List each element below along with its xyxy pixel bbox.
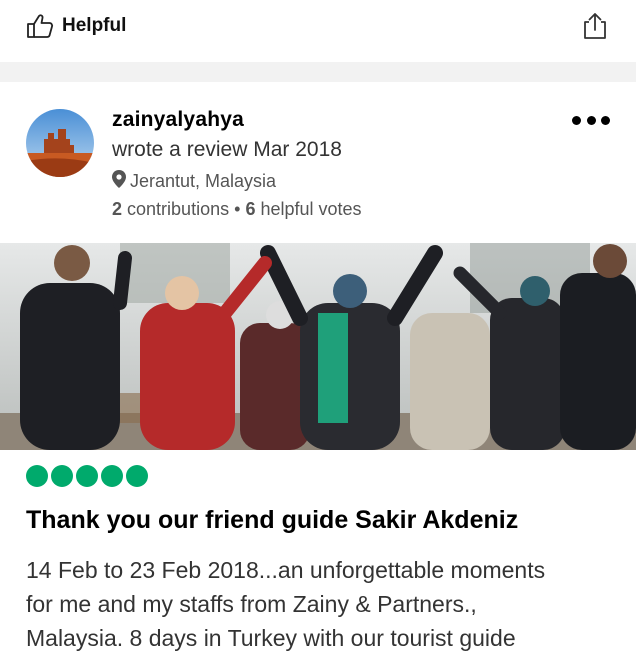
review-body-line: Malaysia. 8 days in Turkey with our tour… — [26, 625, 516, 651]
dot-icon — [572, 115, 581, 125]
contributions-count: 2 — [112, 199, 123, 219]
rating-bubble — [101, 465, 123, 487]
location-text: Jerantut, Malaysia — [130, 171, 277, 191]
location-pin-icon — [112, 170, 130, 193]
helpful-votes-label: helpful votes — [260, 199, 362, 219]
dot-icon — [586, 115, 596, 125]
reviewer-location: Jerantut, Malaysia — [112, 170, 276, 193]
helpful-label: Helpful — [62, 15, 127, 36]
review-body-line: for me and my staffs from Zainy & Partne… — [26, 591, 477, 617]
avatar[interactable] — [26, 109, 94, 177]
reviewer-username[interactable]: zainyalyahya — [112, 108, 244, 132]
stats-separator: • — [234, 199, 241, 219]
section-divider — [0, 62, 636, 82]
review-body-line: 14 Feb to 23 Feb 2018...an unforgettable… — [26, 557, 546, 583]
reviewer-stats: 2 contributions • 6 helpful votes — [112, 199, 362, 220]
bubble-rating — [26, 465, 148, 487]
more-options-button[interactable] — [572, 108, 610, 132]
dot-icon — [601, 115, 610, 125]
rating-bubble — [126, 465, 148, 487]
rating-bubble — [76, 465, 98, 487]
review-action-bar: Helpful — [0, 0, 636, 62]
rating-bubble — [26, 465, 48, 487]
helpful-votes-count: 6 — [245, 199, 256, 219]
share-icon — [580, 13, 610, 45]
rating-bubble — [51, 465, 73, 487]
review-photo[interactable] — [0, 243, 636, 450]
thumbs-up-icon — [26, 13, 54, 39]
review-title[interactable]: Thank you our friend guide Sakir Akdeniz — [26, 506, 518, 535]
share-button[interactable] — [580, 11, 610, 41]
helpful-button[interactable]: Helpful — [26, 12, 126, 40]
review-body: 14 Feb to 23 Feb 2018...an unforgettable… — [26, 553, 626, 655]
contributions-label: contributions — [127, 199, 230, 219]
review-date: wrote a review Mar 2018 — [112, 138, 342, 161]
